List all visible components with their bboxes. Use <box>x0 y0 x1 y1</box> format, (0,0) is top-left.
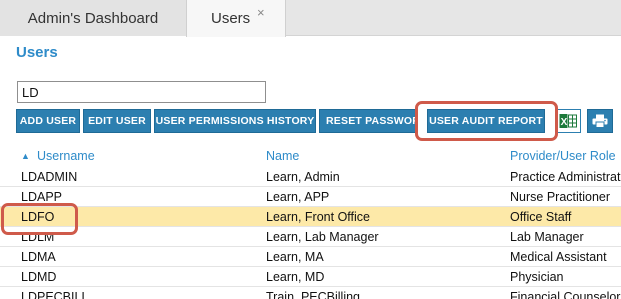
edit-user-button[interactable]: EDIT USER <box>83 109 151 133</box>
user-permissions-history-button[interactable]: USER PERMISSIONS HISTORY <box>154 109 316 133</box>
cell-username: LDMD <box>21 270 57 284</box>
cell-name: Learn, Admin <box>266 170 340 184</box>
tab-admin-dashboard[interactable]: Admin's Dashboard <box>0 0 186 36</box>
audit-report-highlight <box>415 101 558 141</box>
cell-role: Nurse Practitioner <box>510 190 611 204</box>
table-header: ▲ Username Name Provider/User Role <box>0 149 621 166</box>
tab-users[interactable]: Users × <box>186 0 286 37</box>
table-row[interactable]: LDPECBILL Train, PECBilling Financial Co… <box>0 287 621 299</box>
cell-role: Financial Counselor <box>510 290 621 299</box>
tab-label: Users <box>211 10 251 27</box>
cell-username: LDPECBILL <box>21 290 89 299</box>
close-icon[interactable]: × <box>257 5 265 20</box>
cell-role: Lab Manager <box>510 230 584 244</box>
column-header-name[interactable]: Name <box>266 149 299 163</box>
print-button[interactable] <box>587 109 613 133</box>
search-input[interactable] <box>17 81 266 103</box>
table-row[interactable]: LDMA Learn, MA Medical Assistant <box>0 247 621 267</box>
table-row[interactable]: LDMD Learn, MD Physician <box>0 267 621 287</box>
excel-icon: X <box>559 114 577 128</box>
cell-username: LDAPP <box>21 190 62 204</box>
page-title: Users <box>16 44 58 61</box>
printer-icon <box>592 114 608 128</box>
table-row-selected[interactable]: LDFO Learn, Front Office Office Staff <box>0 207 621 227</box>
cell-name: Learn, MD <box>266 270 325 284</box>
cell-username: LDMA <box>21 250 56 264</box>
selected-user-highlight <box>1 203 78 235</box>
cell-role: Medical Assistant <box>510 250 607 264</box>
table-row[interactable]: LDLM Learn, Lab Manager Lab Manager <box>0 227 621 247</box>
cell-name: Learn, APP <box>266 190 330 204</box>
svg-text:X: X <box>561 117 568 128</box>
cell-name: Learn, Front Office <box>266 210 370 224</box>
cell-username: LDADMIN <box>21 170 78 184</box>
cell-role: Practice Administrator <box>510 170 621 184</box>
cell-name: Learn, Lab Manager <box>266 230 379 244</box>
column-header-username[interactable]: Username <box>37 149 95 163</box>
table-row[interactable]: LDAPP Learn, APP Nurse Practitioner <box>0 187 621 207</box>
cell-role: Office Staff <box>510 210 572 224</box>
cell-name: Train, PECBilling <box>266 290 361 299</box>
column-header-role[interactable]: Provider/User Role <box>510 149 616 163</box>
table-row[interactable]: LDADMIN Learn, Admin Practice Administra… <box>0 167 621 187</box>
reset-password-button[interactable]: RESET PASSWORD <box>319 109 417 133</box>
add-user-button[interactable]: ADD USER <box>16 109 80 133</box>
tab-label: Admin's Dashboard <box>27 9 159 27</box>
export-excel-button[interactable]: X <box>555 109 581 133</box>
cell-name: Learn, MA <box>266 250 324 264</box>
sort-ascending-icon[interactable]: ▲ <box>21 151 30 161</box>
cell-role: Physician <box>510 270 564 284</box>
tab-bar: Admin's Dashboard Users × <box>0 0 621 37</box>
users-table: LDADMIN Learn, Admin Practice Administra… <box>0 167 621 299</box>
